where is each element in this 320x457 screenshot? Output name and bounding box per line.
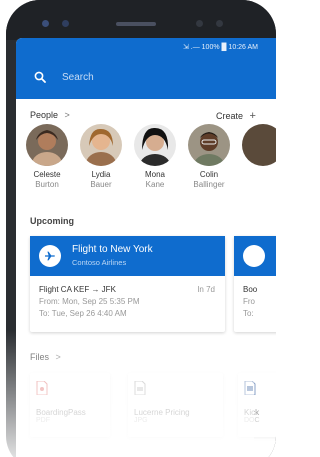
flight-card-partial[interactable]: Boo Fro To:	[234, 236, 276, 332]
status-bar-text: ⇲ .— 100% █ 10:26 AM	[182, 44, 258, 51]
create-button[interactable]: Create +	[216, 110, 256, 122]
plane-icon	[39, 245, 61, 267]
pdf-file-icon	[36, 380, 48, 396]
plane-icon	[243, 245, 265, 267]
sensor-dot	[42, 20, 49, 27]
phone-frame: ⇲ .— 100% █ 10:26 AM Search People > Cre…	[6, 0, 276, 457]
file-type: JPG	[134, 417, 148, 424]
doc-file-icon	[244, 380, 256, 396]
search-icon[interactable]	[34, 71, 46, 83]
avatar	[242, 124, 276, 166]
avatar	[26, 124, 68, 166]
file-item[interactable]: BoardingPass PDF	[30, 373, 110, 437]
app-screen: ⇲ .— 100% █ 10:26 AM Search People > Cre…	[16, 38, 276, 457]
chevron-right-icon: >	[55, 352, 61, 362]
contact-last-name: Ballinger	[193, 180, 225, 189]
sensor-dot	[216, 20, 223, 27]
app-header: ⇲ .— 100% █ 10:26 AM Search	[16, 38, 276, 99]
file-item[interactable]: Kick DOC	[238, 373, 276, 437]
partial-line: Fro	[243, 297, 255, 306]
avatar	[188, 124, 230, 166]
speaker-grille	[116, 22, 156, 26]
card-header: Flight to New York Contoso Airlines	[30, 236, 225, 276]
search-bar[interactable]: Search	[16, 55, 276, 99]
partial-line: Boo	[243, 285, 258, 294]
people-title: People	[30, 110, 59, 120]
contact-last-name: Bauer	[90, 180, 112, 189]
contact-last-name: Burton	[35, 180, 59, 189]
camera-icon	[62, 20, 69, 27]
contact-mona[interactable]: Mona Kane	[130, 124, 180, 190]
search-input[interactable]: Search	[62, 72, 94, 83]
card-title: Flight to New York	[72, 244, 153, 255]
create-label: Create	[216, 111, 244, 121]
files-header[interactable]: Files >	[30, 352, 61, 362]
contact-last-name: Kane	[145, 180, 165, 189]
contact-first-name: Colin	[199, 170, 219, 179]
sensor-dot	[196, 20, 203, 27]
file-type: PDF	[36, 417, 50, 424]
file-type: DOC	[244, 417, 260, 424]
chevron-right-icon: >	[64, 110, 70, 120]
status-bar: ⇲ .— 100% █ 10:26 AM	[16, 38, 276, 55]
flight-route: Flight CA KEF → JFK	[39, 285, 116, 294]
image-file-icon	[134, 380, 146, 396]
people-list: Celeste Burton Lydia Bauer Mona Kane Col…	[24, 124, 276, 204]
contact-partial[interactable]	[238, 124, 276, 170]
contact-first-name: Mona	[144, 170, 165, 179]
avatar	[134, 124, 176, 166]
plus-icon: +	[249, 110, 256, 122]
contact-lydia[interactable]: Lydia Bauer	[76, 124, 126, 190]
flight-from: From: Mon, Sep 25 5:35 PM	[39, 297, 140, 306]
contact-colin[interactable]: Colin Ballinger	[184, 124, 234, 190]
partial-line: To:	[243, 309, 254, 318]
files-title: Files	[30, 352, 50, 362]
file-item[interactable]: Lucerne Pricing JPG	[128, 373, 223, 437]
flight-card[interactable]: Flight to New York Contoso Airlines Flig…	[30, 236, 225, 332]
card-body: Boo Fro To:	[234, 276, 276, 328]
avatar	[80, 124, 122, 166]
card-header	[234, 236, 276, 276]
file-name: Lucerne Pricing	[134, 408, 190, 417]
card-body: Flight CA KEF → JFK In 7d From: Mon, Sep…	[30, 276, 225, 328]
contact-first-name: Celeste	[33, 170, 61, 179]
file-name: Kick	[244, 408, 260, 417]
contact-celeste[interactable]: Celeste Burton	[22, 124, 72, 190]
flight-to: To: Tue, Sep 26 4:40 AM	[39, 309, 127, 318]
upcoming-header: Upcoming	[30, 216, 74, 226]
flight-eta: In 7d	[197, 285, 215, 294]
people-header[interactable]: People >	[30, 110, 70, 120]
card-subtitle: Contoso Airlines	[72, 258, 127, 267]
file-name: BoardingPass	[36, 408, 86, 417]
phone-top-bezel	[6, 0, 276, 40]
contact-first-name: Lydia	[91, 170, 111, 179]
